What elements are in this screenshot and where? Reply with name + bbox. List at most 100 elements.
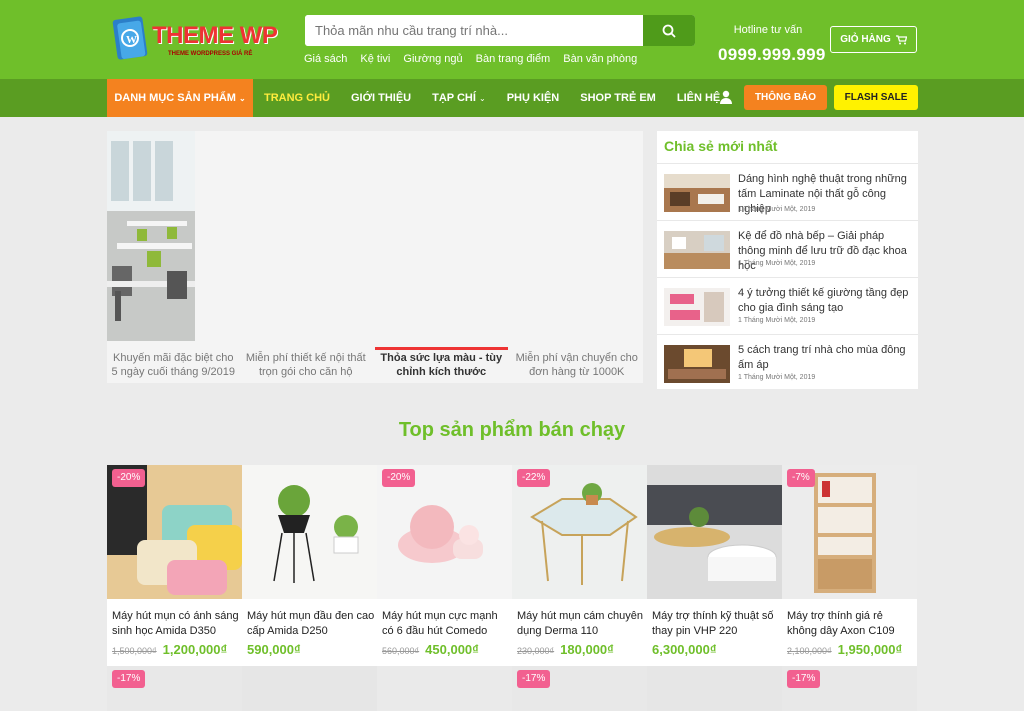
chevron-down-icon: ⌄ [478,94,486,103]
discount-badge: -17% [787,670,821,688]
news-item[interactable]: 5 cách trang trí nhà cho mùa đông ấm áp … [657,334,918,391]
cart-label: GIỎ HÀNG [840,34,891,45]
living-room-photo [664,345,730,383]
flash-sale-button[interactable]: FLASH SALE [834,85,918,110]
category-menu-button[interactable]: DANH MỤC SẢN PHẨM ⌄ [107,79,253,117]
slider-tab[interactable]: Miễn phí thiết kế nội thất trọn gói cho … [240,347,373,383]
news-thumbnail[interactable] [664,231,730,269]
news-item-title[interactable]: 5 cách trang trí nhà cho mùa đông ấm áp [738,343,913,373]
sale-price: 1,950,000₫ [837,642,903,657]
hotline: Hotline tư vấn 0999.999.999 [718,24,825,65]
discount-badge: -20% [382,469,416,487]
discount-badge: -20% [112,469,146,487]
discount-badge: -17% [112,670,146,688]
product-name[interactable]: Máy hút mụn đầu đen cao cấp Amida D250 [247,609,375,639]
old-price: 230,000₫ [517,646,555,656]
product-card[interactable]: -20% Máy hút mụn cực mạnh có 6 đầu hút C… [377,465,512,666]
nav-link-kids-shop[interactable]: SHOP TRẺ EM [580,92,656,104]
hotline-label: Hotline tư vấn [733,24,803,36]
news-item-title[interactable]: 4 ý tưởng thiết kế giường tầng đẹp cho g… [738,286,913,316]
quick-link-office-desk[interactable]: Bàn văn phòng [563,53,637,65]
product-price: 6,300,000₫ [652,642,717,657]
cart-icon [895,34,907,44]
notification-button[interactable]: THÔNG BÁO [744,85,827,110]
product-card[interactable]: -7% Máy trợ thính giá rẻ không dây Axon … [782,465,917,666]
product-card[interactable]: -17% [782,666,917,711]
old-price: 2,100,000₫ [787,646,832,656]
nav-link-about[interactable]: GIỚI THIỆU [351,92,411,104]
news-item[interactable]: Kệ để đồ nhà bếp – Giải pháp thông minh … [657,220,918,277]
search-icon [662,24,676,38]
product-price: 590,000₫ [247,642,301,657]
discount-badge: -22% [517,469,551,487]
latest-news-widget: Chia sẻ mới nhất Dáng hình nghệ thuật tr… [657,131,918,389]
news-thumbnail[interactable] [664,288,730,326]
news-thumbnail[interactable] [664,345,730,383]
news-item[interactable]: Dáng hình nghệ thuật trong những tấm Lam… [657,163,918,220]
search-input[interactable] [305,15,643,46]
news-title: Chia sẻ mới nhất [664,138,778,154]
slider-tab[interactable]: Miễn phí vận chuyển cho đơn hàng từ 1000… [511,347,644,383]
product-price: 230,000₫ 180,000₫ [517,642,614,657]
news-item-date: 1 Tháng Mười Một, 2019 [738,374,816,381]
product-name[interactable]: Máy trợ thính giá rẻ không dây Axon C109 [787,609,915,639]
sofa-table-photo [647,465,782,599]
hotline-number[interactable]: 0999.999.999 [718,45,825,65]
nav-link-magazine[interactable]: TẠP CHÍ ⌄ [432,92,486,104]
product-card[interactable]: Máy trợ thính kỹ thuật số thay pin VHP 2… [647,465,782,666]
product-card[interactable]: -22% Máy hút mụn cám chuyên dụng Derma 1… [512,465,647,666]
old-price: 1,500,000₫ [112,646,157,656]
site-logo[interactable]: W THEME WP THEME WORDPRESS GIÁ RẺ [112,14,284,64]
news-thumbnail[interactable] [664,174,730,212]
product-name[interactable]: Máy trợ thính kỹ thuật số thay pin VHP 2… [652,609,780,639]
product-price: 1,500,000₫ 1,200,000₫ [112,642,227,657]
nav-link-contact[interactable]: LIÊN HỆ [677,92,720,104]
product-name[interactable]: Máy hút mụn cám chuyên dụng Derma 110 [517,609,645,639]
product-name[interactable]: Máy hút mụn có ánh sáng sinh học Amida D… [112,609,240,639]
discount-badge: -7% [787,469,815,487]
section-title: Top sản phẩm bán chạy [398,419,626,441]
search-button[interactable] [643,15,695,46]
product-card[interactable] [377,666,512,711]
user-icon [720,90,732,104]
sale-price: 6,300,000₫ [652,642,717,657]
old-price: 560,000₫ [382,646,420,656]
nav-link-accessories[interactable]: PHỤ KIỆN [507,92,560,104]
product-name[interactable]: Máy hút mụn cực mạnh có 6 đầu hút Comedo [382,609,510,639]
kitchen-photo [664,174,730,212]
product-price: 2,100,000₫ 1,950,000₫ [787,642,902,657]
slider-tab[interactable]: Khuyến mãi đặc biệt cho 5 ngày cuối thán… [107,347,240,383]
nav-link-home[interactable]: TRANG CHỦ [264,92,330,104]
product-card[interactable]: -17% [512,666,647,711]
sale-price: 590,000₫ [247,642,301,657]
bunk-bed-photo [664,288,730,326]
slide-image[interactable] [107,131,195,341]
svg-text:W: W [126,34,137,46]
product-image[interactable] [242,465,377,599]
news-item-title[interactable]: Kệ để đồ nhà bếp – Giải pháp thông minh … [738,229,913,274]
header-bar: W THEME WP THEME WORDPRESS GIÁ RẺ Giá sá… [0,0,1024,79]
news-item[interactable]: 4 ý tưởng thiết kế giường tầng đẹp cho g… [657,277,918,334]
logo-text: THEME WP [152,22,278,49]
product-image[interactable] [647,465,782,599]
quick-link-dressing-table[interactable]: Bàn trang điểm [476,53,551,65]
quick-link-bed[interactable]: Giường ngủ [403,53,462,65]
quick-links: Giá sách Kệ tivi Giường ngủ Bàn trang đi… [304,53,637,65]
product-grid-row-2: -17% -17% -17% [107,666,918,711]
nav-link-magazine-label: TẠP CHÍ [432,92,476,104]
user-account-button[interactable] [719,90,733,109]
cart-button[interactable]: GIỎ HÀNG [830,26,917,53]
product-card[interactable]: -20% Máy hút mụn có ánh sáng sinh học Am… [107,465,242,666]
search-bar [305,15,695,46]
product-card[interactable]: Máy hút mụn đầu đen cao cấp Amida D250 5… [242,465,377,666]
quick-link-bookshelf[interactable]: Giá sách [304,53,347,65]
product-card[interactable] [647,666,782,711]
product-card[interactable] [242,666,377,711]
chevron-down-icon: ⌄ [238,93,246,103]
product-card[interactable]: -17% [107,666,242,711]
slider-tab-active[interactable]: Thỏa sức lựa màu - tùy chỉnh kích thước [375,347,508,383]
product-grid: -20% Máy hút mụn có ánh sáng sinh học Am… [107,465,918,666]
discount-badge: -17% [517,670,551,688]
office-photo [107,131,195,341]
quick-link-tv-shelf[interactable]: Kệ tivi [360,53,390,65]
